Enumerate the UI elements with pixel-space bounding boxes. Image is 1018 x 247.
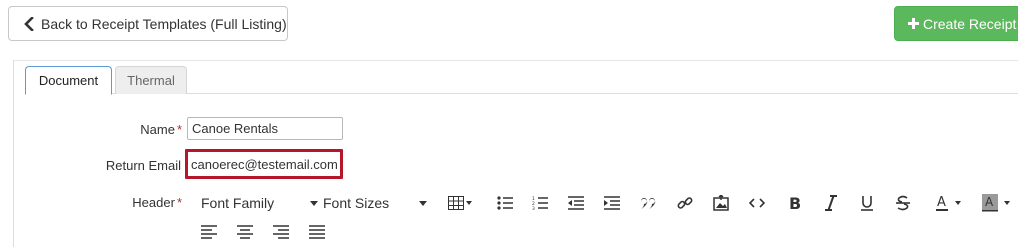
svg-text:A: A (985, 195, 994, 209)
align-justify-icon (309, 225, 325, 239)
create-receipt-button[interactable]: Create Receipt (894, 6, 1018, 41)
bulleted-list-icon (497, 196, 513, 210)
blockquote-button[interactable] (636, 191, 660, 215)
align-left-icon (201, 225, 217, 239)
font-family-select[interactable]: Font Family (201, 190, 318, 216)
strikethrough-icon (896, 195, 910, 211)
background-color-icon: A (982, 194, 998, 212)
panel-border (13, 60, 14, 247)
tab-thermal-label: Thermal (127, 73, 175, 88)
create-button-label: Create Receipt (923, 15, 1017, 32)
plus-icon (907, 17, 920, 30)
font-sizes-label: Font Sizes (323, 195, 390, 211)
code-button[interactable] (745, 191, 769, 215)
panel-divider (13, 60, 1018, 61)
name-label-text: Name (140, 122, 175, 137)
italic-icon (825, 195, 837, 211)
name-input[interactable] (187, 117, 343, 140)
background-color-button[interactable]: A (976, 191, 1016, 215)
blockquote-icon (641, 198, 656, 209)
table-icon (448, 196, 464, 210)
required-marker: * (176, 122, 182, 137)
template-tabs: Document Thermal (25, 66, 1018, 95)
back-to-templates-button[interactable]: Back to Receipt Templates (Full Listing) (8, 6, 288, 41)
chevron-left-icon (23, 16, 35, 31)
align-right-icon (273, 225, 289, 239)
outdent-button[interactable] (564, 191, 588, 215)
link-button[interactable] (673, 191, 697, 215)
image-button[interactable] (709, 191, 733, 215)
link-icon (677, 197, 693, 209)
underline-button[interactable] (855, 191, 879, 215)
return-email-label-text: Return Email (105, 158, 181, 173)
code-icon (749, 198, 765, 208)
table-button[interactable] (444, 191, 476, 215)
required-marker: * (176, 195, 182, 210)
chevron-down-icon (419, 201, 427, 206)
strikethrough-button[interactable] (891, 191, 915, 215)
font-family-label: Font Family (201, 195, 275, 211)
svg-text:3: 3 (532, 206, 535, 210)
bold-button[interactable]: B (783, 191, 807, 215)
svg-text:A: A (937, 195, 946, 210)
align-right-button[interactable] (269, 220, 293, 244)
align-center-button[interactable] (233, 220, 257, 244)
indent-icon (604, 196, 620, 210)
italic-button[interactable] (819, 191, 843, 215)
return-email-input[interactable] (185, 149, 343, 179)
name-label: Name * (100, 122, 182, 137)
font-sizes-select[interactable]: Font Sizes (323, 190, 427, 216)
align-justify-button[interactable] (305, 220, 329, 244)
indent-button[interactable] (600, 191, 624, 215)
align-left-button[interactable] (197, 220, 221, 244)
header-label-text: Header (132, 195, 175, 210)
numbered-list-icon: 1 2 3 (532, 196, 548, 210)
chevron-down-icon (310, 201, 318, 206)
tab-document[interactable]: Document (25, 66, 112, 95)
outdent-icon (568, 196, 584, 210)
bulleted-list-button[interactable] (493, 191, 517, 215)
align-center-icon (237, 225, 253, 239)
bold-icon: B (789, 195, 801, 211)
numbered-list-button[interactable]: 1 2 3 (528, 191, 552, 215)
tab-document-label: Document (38, 73, 99, 88)
return-email-label: Return Email (60, 158, 181, 173)
svg-text:B: B (789, 195, 801, 211)
back-button-label: Back to Receipt Templates (Full Listing) (41, 15, 287, 32)
header-label: Header * (100, 195, 182, 210)
underline-icon (861, 196, 873, 211)
image-icon (713, 195, 729, 211)
text-color-icon: A (936, 195, 948, 211)
text-color-button[interactable]: A (928, 191, 968, 215)
tab-thermal[interactable]: Thermal (115, 66, 187, 94)
